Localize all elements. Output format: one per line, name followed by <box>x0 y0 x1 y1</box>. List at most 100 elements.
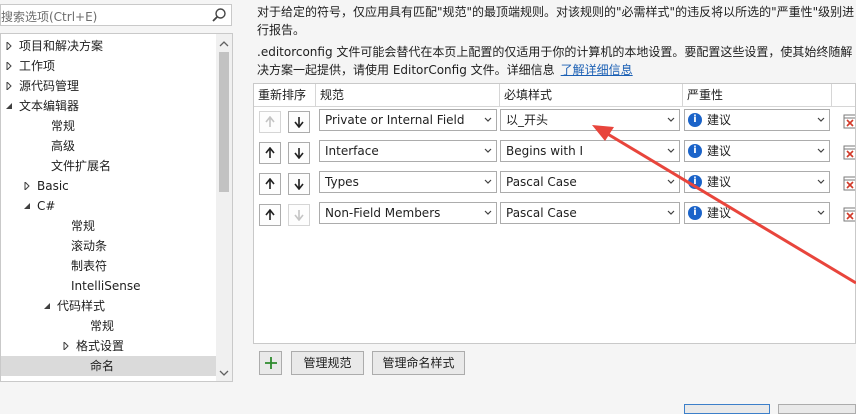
collapsed-arrow-icon[interactable] <box>5 76 15 96</box>
learn-more-link[interactable]: 了解详细信息 <box>561 63 633 77</box>
tree-item-label: 常规 <box>71 219 96 233</box>
tree-item-label: C# <box>37 199 56 213</box>
tree-item-label: Basic <box>37 179 69 193</box>
search-input[interactable]: 搜索选项(Ctrl+E) <box>1 8 97 25</box>
search-options-box[interactable]: 搜索选项(Ctrl+E) <box>0 4 232 26</box>
required-style-dropdown[interactable]: Begins with I <box>500 140 680 162</box>
delete-rule-icon[interactable] <box>843 175 855 191</box>
options-navigation-panel: 搜索选项(Ctrl+E) 项目和解决方案 工作项 源代码管理 文本编辑器 常规 高级 文件扩… <box>0 0 234 382</box>
required-style-value: Begins with I <box>506 144 584 158</box>
tree-item[interactable]: 常规 <box>1 116 217 136</box>
required-style-value: Pascal Case <box>506 206 577 220</box>
tree-item-label: 文本编辑器 <box>19 99 80 113</box>
tree-item-label: 高级 <box>51 139 76 153</box>
tree-item[interactable]: Basic <box>1 176 217 196</box>
scroll-down-icon[interactable] <box>219 367 229 377</box>
column-header-reorder[interactable]: 重新排序 <box>254 84 316 106</box>
required-style-dropdown[interactable]: Pascal Case <box>500 202 680 224</box>
column-header-required-style[interactable]: 必填样式 <box>500 84 683 106</box>
grid-header: 重新排序 规范 必填样式 严重性 <box>254 84 855 107</box>
table-row: Non-Field Members Pascal Case i 建议 <box>254 199 855 230</box>
severity-dropdown[interactable]: i 建议 <box>684 140 830 162</box>
delete-rule-icon[interactable] <box>843 144 855 160</box>
add-rule-button[interactable] <box>259 351 282 375</box>
tree-item[interactable]: 文本编辑器 <box>1 96 217 116</box>
column-header-severity[interactable]: 严重性 <box>683 84 832 106</box>
move-up-button[interactable] <box>259 142 281 164</box>
tree-item[interactable]: 常规 <box>1 216 217 236</box>
tree-item[interactable]: C# <box>1 196 217 216</box>
tree-item[interactable]: 文件扩展名 <box>1 156 217 176</box>
column-header-specification[interactable]: 规范 <box>316 84 500 106</box>
expanded-arrow-icon[interactable] <box>23 196 33 216</box>
editorconfig-note-line: .editorconfig 文件可能会替代在本页上配置的仅适用于你的计算机的本地… <box>257 45 853 59</box>
info-icon: i <box>688 113 702 127</box>
delete-rule-icon[interactable] <box>843 206 855 222</box>
move-up-button[interactable] <box>259 204 281 226</box>
move-up-button[interactable] <box>259 173 281 195</box>
collapsed-arrow-icon[interactable] <box>5 56 15 76</box>
tree-item-label: 工作项 <box>19 59 56 73</box>
specification-value: Private or Internal Field <box>325 113 465 127</box>
naming-rules-description: 对于给定的符号，仅应用具有匹配"规范"的最顶端规则。对该规则的"必需样式"的违反… <box>257 3 856 39</box>
delete-rule-icon[interactable] <box>843 113 855 129</box>
specification-dropdown[interactable]: Non-Field Members <box>319 202 497 224</box>
required-style-value: 以_开头 <box>506 113 549 127</box>
tree-item[interactable]: 常规 <box>1 316 217 336</box>
editorconfig-note-line: 决方案一起提供，请使用 EditorConfig 文件。详细信息 了解详细信息 <box>257 61 856 79</box>
tree-item-label: 项目和解决方案 <box>19 39 104 53</box>
move-up-button[interactable] <box>259 111 281 133</box>
tree-item-label: 文件扩展名 <box>51 159 112 173</box>
expanded-arrow-icon[interactable] <box>5 96 15 116</box>
tree-item[interactable]: 源代码管理 <box>1 76 217 96</box>
tree-item[interactable]: 代码样式 <box>1 296 217 316</box>
collapsed-arrow-icon[interactable] <box>23 176 33 196</box>
search-icon[interactable] <box>211 7 227 23</box>
editorconfig-note: .editorconfig 文件可能会替代在本页上配置的仅适用于你的计算机的本地… <box>257 43 856 79</box>
tree-scrollbar[interactable] <box>216 34 232 381</box>
info-icon: i <box>688 175 702 189</box>
tree-item[interactable]: IntelliSense <box>1 276 217 296</box>
specification-dropdown[interactable]: Interface <box>319 140 497 162</box>
tree-item[interactable]: 格式设置 <box>1 336 217 356</box>
specification-value: Interface <box>325 144 379 158</box>
tree-item[interactable]: 命名 <box>1 356 217 376</box>
manage-naming-styles-button[interactable]: 管理命名样式 <box>372 351 465 375</box>
tree-item[interactable]: 高级 <box>1 136 217 156</box>
specification-dropdown[interactable]: Types <box>319 171 497 193</box>
move-down-button[interactable] <box>288 142 310 164</box>
collapsed-arrow-icon[interactable] <box>5 36 15 56</box>
plus-icon <box>265 357 277 369</box>
tree-item-label: IntelliSense <box>71 279 141 293</box>
required-style-dropdown[interactable]: Pascal Case <box>500 171 680 193</box>
specification-value: Types <box>325 175 359 189</box>
manage-specifications-button[interactable]: 管理规范 <box>291 351 364 375</box>
tree-item-label: 制表符 <box>71 259 108 273</box>
collapsed-arrow-icon[interactable] <box>62 336 72 356</box>
tree-item[interactable]: 项目和解决方案 <box>1 36 217 56</box>
move-down-button[interactable] <box>288 173 310 195</box>
info-icon: i <box>688 144 702 158</box>
severity-value: 建议 <box>707 206 732 220</box>
tree-item-label: 常规 <box>90 319 115 333</box>
severity-dropdown[interactable]: i 建议 <box>684 109 830 131</box>
move-down-button[interactable] <box>288 111 310 133</box>
tree-item[interactable]: 工作项 <box>1 56 217 76</box>
severity-dropdown[interactable]: i 建议 <box>684 171 830 193</box>
scrollbar-thumb[interactable] <box>219 52 229 192</box>
required-style-dropdown[interactable]: 以_开头 <box>500 109 680 131</box>
expanded-arrow-icon[interactable] <box>43 296 53 316</box>
scroll-up-icon[interactable] <box>219 38 229 48</box>
severity-value: 建议 <box>707 144 732 158</box>
tree-item[interactable]: 滚动条 <box>1 236 217 256</box>
move-down-button[interactable] <box>288 204 310 226</box>
description-line: 对于给定的符号，仅应用具有匹配"规范"的最顶端规则。对该规则的"必需样式"的违反… <box>257 5 855 19</box>
description-line: 行报告。 <box>257 23 306 37</box>
ok-button[interactable] <box>684 404 770 414</box>
cancel-button[interactable] <box>778 404 856 414</box>
table-row: Types Pascal Case i 建议 <box>254 168 855 199</box>
severity-value: 建议 <box>707 113 732 127</box>
tree-item[interactable]: 制表符 <box>1 256 217 276</box>
specification-dropdown[interactable]: Private or Internal Field <box>319 109 497 131</box>
severity-dropdown[interactable]: i 建议 <box>684 202 830 224</box>
